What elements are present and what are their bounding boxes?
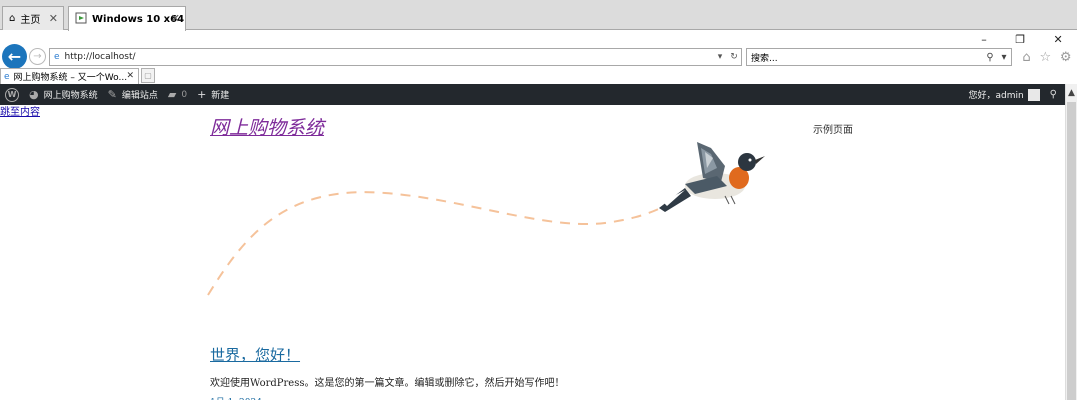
new-tab-icon: ▢ (144, 71, 152, 80)
ie-toolbar-icons: ⌂ ☆ ⚙ (1018, 48, 1076, 66)
dropdown-icon[interactable]: ▾ (713, 52, 727, 62)
admin-bar-customize[interactable]: ✎ 编辑站点 (108, 88, 158, 101)
bird-illustration (659, 142, 765, 212)
dashboard-icon: ◕ (29, 88, 39, 101)
admin-bar-customize-label: 编辑站点 (121, 91, 158, 101)
wp-admin-bar: W ◕ 网上购物系统 ✎ 编辑站点 ▰ 0 + 新建 您好，admin ⚲ (0, 84, 1065, 105)
vm-icon (75, 12, 87, 27)
page-icon: e (54, 52, 60, 62)
window-controls: – ❐ ✕ (967, 30, 1077, 48)
home-icon: ⌂ (9, 13, 16, 24)
comments-count: 0 (181, 89, 188, 100)
new-tab-button[interactable]: ▢ (141, 68, 155, 83)
home-icon[interactable]: ⌂ (1022, 50, 1030, 65)
refresh-icon[interactable]: ↻ (727, 52, 741, 62)
page-scrollbar[interactable]: ▲ (1065, 84, 1077, 400)
admin-bar-new-label: 新建 (211, 91, 230, 101)
skip-to-content-link[interactable]: 跳至内容 (0, 103, 40, 118)
vm-tab-home[interactable]: ⌂ 主页 ✕ (2, 6, 64, 30)
dropdown-icon[interactable]: ▾ (997, 52, 1011, 63)
scroll-up-icon[interactable]: ▲ (1068, 88, 1075, 98)
close-icon[interactable]: ✕ (126, 71, 134, 81)
admin-bar-account[interactable]: 您好，admin ⚲ (968, 84, 1057, 105)
page-tab-title: 网上购物系统 – 又一个Wo... (13, 73, 128, 83)
admin-bar-greeting: 您好，admin (968, 91, 1024, 101)
close-window-button[interactable]: ✕ (1054, 33, 1063, 46)
post-date[interactable]: 1月 1, 2024 (210, 395, 262, 400)
close-icon[interactable]: ✕ (49, 12, 58, 25)
plus-icon: + (197, 88, 207, 101)
search-icon[interactable]: ⚲ (983, 52, 997, 63)
dashed-flight-path (207, 191, 664, 296)
admin-bar-site-label: 网上购物系统 (43, 91, 98, 101)
star-icon[interactable]: ☆ (1039, 50, 1051, 65)
comment-icon: ▰ (167, 88, 177, 101)
post-title[interactable]: 世界，您好！ (210, 344, 300, 365)
avatar (1027, 88, 1040, 101)
restore-button[interactable]: ❐ (1015, 33, 1025, 46)
back-button[interactable]: ← (2, 44, 27, 69)
site-title[interactable]: 网上购物系统 (210, 113, 324, 140)
arrow-left-icon: ← (7, 47, 22, 66)
forward-button[interactable]: → (29, 48, 46, 65)
close-icon[interactable]: ✕ (171, 12, 180, 25)
minimize-button[interactable]: – (981, 33, 987, 46)
page-tab-row: e 网上购物系统 – 又一个Wo... ✕ ▢ (0, 68, 1077, 84)
vm-tab-strip: ⌂ 主页 ✕ Windows 10 x64 ✕ (0, 0, 1077, 31)
gear-icon[interactable]: ⚙ (1060, 50, 1072, 65)
nav-item-sample-page[interactable]: 示例页面 (813, 121, 853, 136)
vm-tab-home-label: 主页 (20, 15, 41, 26)
brush-icon: ✎ (107, 88, 117, 101)
search-input[interactable]: 搜索... (751, 51, 983, 64)
scrollbar-thumb[interactable] (1067, 102, 1076, 400)
arrow-right-icon: → (33, 51, 42, 62)
post-body: 欢迎使用WordPress。这是您的第一篇文章。编辑或删除它，然后开始写作吧！ (210, 378, 565, 389)
vm-tab-windows[interactable]: Windows 10 x64 ✕ (68, 6, 186, 31)
admin-bar-site[interactable]: ◕ 网上购物系统 (29, 88, 98, 101)
admin-bar-new[interactable]: + 新建 (197, 88, 229, 101)
page-tab[interactable]: e 网上购物系统 – 又一个Wo... ✕ (0, 68, 139, 84)
page-icon: e (4, 71, 10, 82)
search-box[interactable]: 搜索... ⚲ ▾ (746, 48, 1012, 66)
address-bar[interactable]: e http://localhost/ ▾ ↻ (49, 48, 742, 66)
wordpress-logo-icon[interactable]: W (5, 87, 19, 102)
address-url[interactable]: http://localhost/ (65, 52, 713, 62)
search-icon[interactable]: ⚲ (1050, 89, 1057, 100)
admin-bar-comments[interactable]: ▰ 0 (168, 88, 187, 101)
